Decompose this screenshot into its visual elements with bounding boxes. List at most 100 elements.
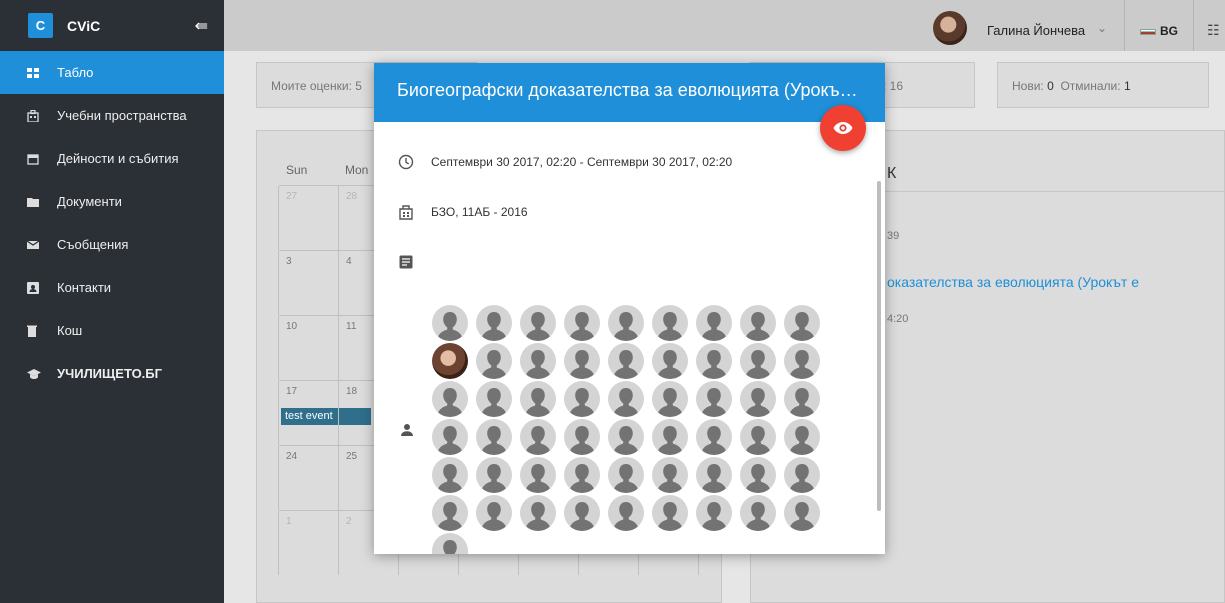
participant-avatar[interactable] [564, 381, 600, 417]
calendar-day-number: 18 [346, 386, 358, 397]
participant-avatar[interactable] [476, 343, 512, 379]
participant-avatar[interactable] [608, 343, 644, 379]
participant-avatar[interactable] [696, 305, 732, 341]
event-time: 4:20 [887, 313, 909, 325]
participant-avatar[interactable] [564, 343, 600, 379]
participant-avatar[interactable] [696, 457, 732, 493]
participant-avatar[interactable] [520, 381, 556, 417]
flag-icon[interactable] [1140, 29, 1156, 35]
participant-avatar[interactable] [740, 495, 776, 531]
participant-avatar[interactable] [608, 381, 644, 417]
language-selector[interactable]: BG [1160, 24, 1178, 38]
participant-avatar[interactable] [520, 419, 556, 455]
participant-avatar[interactable] [564, 305, 600, 341]
folder-icon [27, 196, 41, 208]
participant-avatar[interactable] [608, 495, 644, 531]
sidebar-item-contacts[interactable]: Контакти [0, 266, 224, 309]
sidebar-item-activities[interactable]: Дейности и събития [0, 137, 224, 180]
participant-avatar[interactable] [652, 305, 688, 341]
participant-avatar[interactable] [564, 457, 600, 493]
participant-avatar[interactable] [784, 381, 820, 417]
location-row: БЗО, 11АБ - 2016 [397, 203, 528, 221]
participant-avatar[interactable] [740, 419, 776, 455]
sidebar-item-study-spaces[interactable]: Учебни пространства [0, 94, 224, 137]
participant-avatar[interactable] [476, 305, 512, 341]
participant-avatar[interactable] [432, 457, 468, 493]
participant-avatar[interactable] [784, 343, 820, 379]
new-stat: Нови: 0 Отминали: 1 [1012, 79, 1131, 93]
participant-avatar[interactable] [476, 495, 512, 531]
participant-avatar[interactable] [432, 533, 468, 554]
participant-avatar[interactable] [432, 305, 468, 341]
calendar-icon [27, 153, 41, 165]
sidebar-item-trash[interactable]: Кош [0, 309, 224, 352]
participant-avatar[interactable] [608, 305, 644, 341]
user-name[interactable]: Галина Йончева [987, 23, 1085, 38]
participant-avatar[interactable] [784, 457, 820, 493]
participant-avatar[interactable] [608, 419, 644, 455]
participant-avatar[interactable] [740, 457, 776, 493]
participant-avatar[interactable] [520, 457, 556, 493]
sidebar-item-messages[interactable]: Съобщения [0, 223, 224, 266]
participant-avatar[interactable] [696, 495, 732, 531]
new-value: 0 [1047, 79, 1054, 93]
participant-avatar[interactable] [740, 305, 776, 341]
participant-avatar[interactable] [652, 381, 688, 417]
sidebar-item-dashboard[interactable]: Табло [0, 51, 224, 94]
menu-icon[interactable]: ☷ [1207, 22, 1220, 39]
calendar-day-cell[interactable]: 10 [278, 316, 339, 380]
participant-avatar[interactable] [432, 343, 468, 379]
participant-avatar[interactable] [740, 343, 776, 379]
calendar-day-cell[interactable]: 24 [278, 446, 339, 510]
participant-avatar[interactable] [784, 305, 820, 341]
participant-avatar[interactable] [476, 381, 512, 417]
participant-avatar[interactable] [520, 343, 556, 379]
sidebar-item-school-bg[interactable]: УЧИЛИЩЕТО.БГ [0, 352, 224, 395]
participant-avatar[interactable] [696, 419, 732, 455]
participant-avatar[interactable] [476, 419, 512, 455]
divider [1124, 0, 1125, 51]
calendar-day-cell[interactable]: 3 [278, 251, 339, 315]
calendar-day-cell[interactable]: 17 test event [278, 381, 371, 445]
participant-avatar[interactable] [696, 343, 732, 379]
sidebar-item-documents[interactable]: Документи [0, 180, 224, 223]
sidebar-item-label: Контакти [57, 280, 112, 295]
app-logo[interactable]: C [28, 13, 53, 38]
participant-avatar[interactable] [696, 381, 732, 417]
calendar-day-number: 27 [286, 191, 298, 202]
participant-avatar[interactable] [784, 495, 820, 531]
clock-icon [397, 153, 415, 171]
participant-avatar[interactable] [652, 495, 688, 531]
scrollbar[interactable] [877, 181, 881, 511]
calendar-day-header: Mon [345, 163, 369, 177]
participant-avatar[interactable] [784, 419, 820, 455]
sidebar-item-label: Съобщения [57, 237, 129, 252]
event-link[interactable]: оказателства за еволюцията (Урокът е [887, 274, 1139, 290]
participant-avatar[interactable] [652, 457, 688, 493]
view-button[interactable] [820, 105, 866, 151]
participant-avatar[interactable] [740, 381, 776, 417]
participant-avatar[interactable] [432, 419, 468, 455]
app-title[interactable]: CViC [67, 18, 100, 34]
participant-avatar[interactable] [564, 419, 600, 455]
participant-avatar[interactable] [432, 381, 468, 417]
sidebar-item-label: УЧИЛИЩЕТО.БГ [57, 366, 163, 381]
avatar[interactable] [933, 11, 967, 45]
participant-avatar[interactable] [520, 495, 556, 531]
participant-avatar[interactable] [652, 343, 688, 379]
chevron-down-icon[interactable]: ⌄ [1097, 21, 1107, 35]
participant-avatar[interactable] [652, 419, 688, 455]
new-label: Нови: [1012, 79, 1044, 93]
calendar-day-cell[interactable]: 27 [278, 186, 339, 250]
participant-avatar[interactable] [432, 495, 468, 531]
calendar-day-cell[interactable]: 1 [278, 511, 339, 575]
participant-avatar[interactable] [608, 457, 644, 493]
participant-avatar[interactable] [520, 305, 556, 341]
description-icon [397, 253, 415, 271]
events-stat-card[interactable]: Нови: 0 Отминали: 1 [997, 62, 1209, 108]
participant-avatar[interactable] [476, 457, 512, 493]
event-location: БЗО, 11АБ - 2016 [431, 205, 528, 219]
panel-title: К [887, 165, 897, 182]
participant-avatar[interactable] [564, 495, 600, 531]
collapse-arrow-icon[interactable]: ⇚ [195, 16, 208, 36]
